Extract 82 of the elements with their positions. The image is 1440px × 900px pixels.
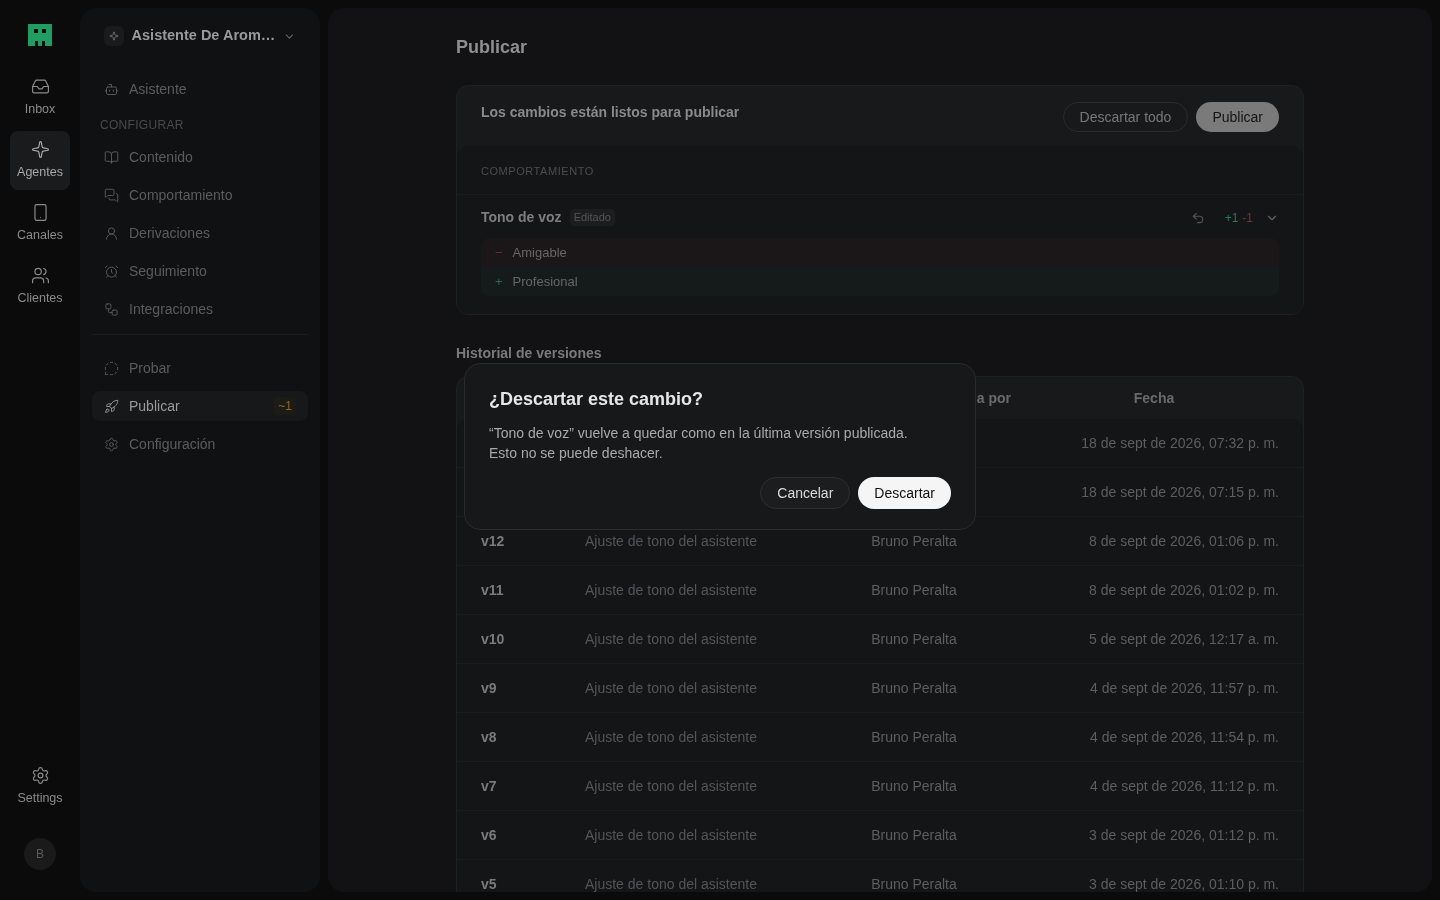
nav-icon	[104, 149, 119, 165]
version-cell-text: v11	[481, 580, 505, 600]
sidebar-nav-item[interactable]: Asistente	[92, 74, 308, 104]
nav-icon	[104, 263, 119, 279]
cancel-button[interactable]: Cancelar	[760, 477, 851, 509]
date-cell-text: 18 de sept de 2026, 07:32 p. m.	[1080, 433, 1279, 453]
rail-nav-item[interactable]: Settings	[10, 757, 70, 816]
sidebar-nav-item[interactable]: Derivaciones	[92, 218, 308, 248]
date-cell-text: 3 de sept de 2026, 01:12 p. m.	[1088, 825, 1279, 845]
sidebar-nav-item[interactable]: Contenido	[92, 142, 308, 172]
nav-icon	[104, 81, 119, 97]
sidebar-nav-item[interactable]: Comportamiento	[92, 180, 308, 210]
description-cell-text: Ajuste de tono del asistente	[585, 531, 758, 551]
description-cell-text: Ajuste de tono del asistente	[585, 629, 758, 649]
date-cell-text: 4 de sept de 2026, 11:57 p. m.	[1089, 678, 1279, 698]
author-cell-text: Bruno Peralta	[870, 629, 958, 649]
change-count-badge: ~1	[274, 397, 296, 415]
nav-icon	[104, 398, 119, 414]
description-cell-text: Ajuste de tono del asistente	[585, 776, 758, 796]
discard-button[interactable]: Descartar	[858, 477, 951, 509]
version-cell-text: v5	[481, 874, 498, 892]
version-cell-text: v12	[481, 531, 506, 551]
version-cell-text: v7	[481, 776, 498, 796]
author-cell-text: Bruno Peralta	[870, 727, 958, 747]
version-cell-text: v10	[481, 629, 506, 649]
description-cell-text: Ajuste de tono del asistente	[585, 580, 758, 600]
user-avatar[interactable]: B	[24, 838, 56, 870]
description-cell-text: Ajuste de tono del asistente	[585, 825, 758, 845]
sidebar-nav-item[interactable]: Probar	[92, 353, 308, 383]
dialog-title: ¿Descartar este cambio?	[489, 388, 705, 411]
date-cell-text: 4 de sept de 2026, 11:54 p. m.	[1089, 727, 1279, 747]
nav-icon	[104, 225, 119, 241]
version-cell-text: v9	[481, 678, 498, 698]
column-header: a por	[975, 388, 1012, 408]
nav-icon	[30, 265, 50, 285]
sidebar-nav-item[interactable]: Seguimiento	[92, 256, 308, 286]
nav-icon	[30, 139, 50, 159]
nav-icon	[104, 360, 119, 376]
nav-icon	[104, 301, 119, 317]
page-title: Publicar	[456, 36, 529, 59]
version-cell-text: v8	[481, 727, 498, 747]
sidebar-nav-item[interactable]: Publicar ~1	[92, 391, 308, 421]
description-cell-text: Ajuste de tono del asistente	[585, 678, 758, 698]
author-cell-text: Bruno Peralta	[870, 776, 958, 796]
author-cell-text: Bruno Peralta	[870, 531, 958, 551]
field-name: Tono de voz	[481, 208, 562, 227]
date-cell-text: 5 de sept de 2026, 12:17 a. m.	[1088, 629, 1279, 649]
logo-icon	[28, 24, 52, 46]
column-header: Fecha	[1132, 388, 1176, 408]
nav-icon	[104, 436, 119, 452]
rail-nav-item[interactable]: Canales	[10, 194, 70, 253]
section-heading: COMPORTAMIENTO	[481, 165, 594, 177]
description-cell-text: Ajuste de tono del asistente	[585, 727, 758, 747]
author-cell-text: Bruno Peralta	[870, 825, 958, 845]
rail-nav-item[interactable]: Inbox	[10, 68, 70, 127]
edited-tag: Editado	[569, 209, 615, 226]
section-title: Historial de versiones	[456, 344, 603, 363]
dialog-message: “Tono de voz” vuelve a quedar como en la última versión publicada. Esto no se puede deshacer.	[489, 424, 909, 463]
nav-icon	[104, 187, 119, 203]
date-cell-text: 3 de sept de 2026, 01:10 p. m.	[1088, 874, 1279, 892]
removed-count: -1	[1242, 209, 1253, 227]
agent-icon	[104, 26, 124, 46]
undo-icon[interactable]	[1190, 210, 1205, 225]
version-cell-text: v6	[481, 825, 498, 845]
date-cell-text: 8 de sept de 2026, 01:02 p. m.	[1088, 580, 1279, 600]
sidebar-nav-item[interactable]: Configuración	[92, 429, 308, 459]
sidebar-nav-item[interactable]: Integraciones	[92, 294, 308, 324]
nav-icon	[30, 765, 50, 785]
date-cell-text: 4 de sept de 2026, 11:12 p. m.	[1089, 776, 1279, 796]
date-cell-text: 18 de sept de 2026, 07:15 p. m.	[1080, 482, 1279, 502]
rail-nav-item[interactable]: Agentes	[10, 131, 70, 190]
date-cell-text: 8 de sept de 2026, 01:06 p. m.	[1088, 531, 1279, 551]
description-cell-text: Ajuste de tono del asistente	[585, 874, 758, 892]
author-cell-text: Bruno Peralta	[870, 580, 958, 600]
section-heading: CONFIGURAR	[99, 117, 185, 134]
author-cell-text: Bruno Peralta	[870, 678, 958, 698]
author-cell-text: Bruno Peralta	[870, 874, 958, 892]
added-count: +1	[1224, 209, 1239, 227]
agent-selector[interactable]: Asistente De Arom…	[92, 26, 308, 46]
publish-button[interactable]: Publicar	[1196, 102, 1279, 132]
rail-nav-item[interactable]: Clientes	[10, 257, 70, 316]
changes-message: Los cambios están listos para publicar	[481, 103, 740, 122]
